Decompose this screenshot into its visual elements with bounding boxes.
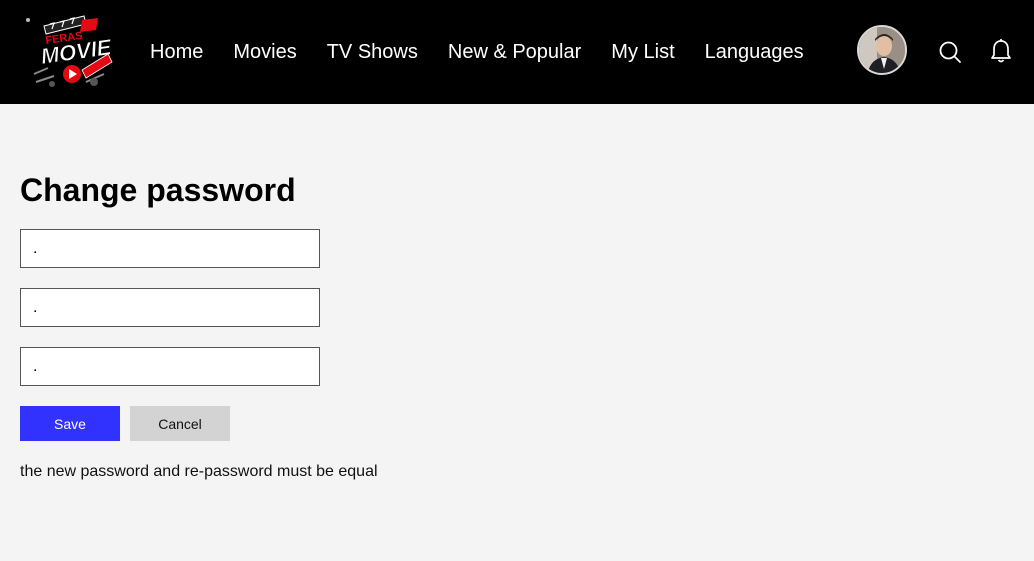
search-icon[interactable] bbox=[938, 40, 962, 64]
nav-new-popular[interactable]: New & Popular bbox=[448, 38, 581, 66]
new-password-field[interactable] bbox=[20, 288, 320, 327]
current-password-field[interactable] bbox=[20, 229, 320, 268]
save-button[interactable]: Save bbox=[20, 406, 120, 441]
validation-message: the new password and re-password must be… bbox=[20, 463, 378, 480]
cancel-button[interactable]: Cancel bbox=[130, 406, 230, 441]
page-title: Change password bbox=[20, 172, 296, 208]
main-nav: Home Movies TV Shows New & Popular My Li… bbox=[150, 38, 804, 66]
nav-home[interactable]: Home bbox=[150, 38, 203, 66]
avatar[interactable] bbox=[857, 25, 907, 75]
bell-icon[interactable] bbox=[989, 38, 1013, 64]
movie-logo-icon[interactable]: FERAS MOVIE bbox=[24, 12, 116, 92]
nav-tv-shows[interactable]: TV Shows bbox=[327, 38, 418, 66]
nav-movies[interactable]: Movies bbox=[233, 38, 296, 66]
navbar: FERAS MOVIE Home Movies TV Shows New & P… bbox=[0, 0, 1034, 104]
nav-languages[interactable]: Languages bbox=[705, 38, 804, 66]
re-password-field[interactable] bbox=[20, 347, 320, 386]
nav-my-list[interactable]: My List bbox=[611, 38, 674, 66]
